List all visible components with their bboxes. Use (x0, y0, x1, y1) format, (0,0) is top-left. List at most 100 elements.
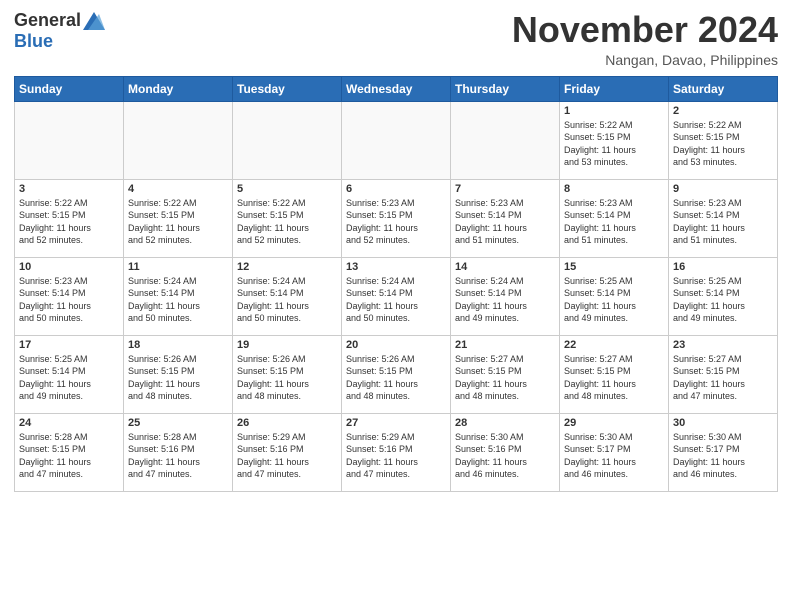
day-number: 27 (346, 417, 446, 429)
day-number: 13 (346, 261, 446, 273)
logo: General Blue (14, 10, 105, 52)
day-info: Sunrise: 5:26 AMSunset: 5:15 PMDaylight:… (237, 353, 337, 403)
calendar-week-row: 24 Sunrise: 5:28 AMSunset: 5:15 PMDayligh… (15, 413, 778, 491)
calendar-day-cell: 15 Sunrise: 5:25 AMSunset: 5:14 PMDayligh… (560, 257, 669, 335)
day-number: 30 (673, 417, 773, 429)
logo-blue-text: Blue (14, 31, 53, 52)
day-info: Sunrise: 5:26 AMSunset: 5:15 PMDaylight:… (346, 353, 446, 403)
day-info: Sunrise: 5:30 AMSunset: 5:17 PMDaylight:… (673, 431, 773, 481)
day-number: 7 (455, 183, 555, 195)
location: Nangan, Davao, Philippines (512, 52, 778, 68)
day-info: Sunrise: 5:27 AMSunset: 5:15 PMDaylight:… (673, 353, 773, 403)
day-number: 17 (19, 339, 119, 351)
day-info: Sunrise: 5:24 AMSunset: 5:14 PMDaylight:… (237, 275, 337, 325)
logo-general: General (14, 10, 81, 31)
calendar-day-cell: 12 Sunrise: 5:24 AMSunset: 5:14 PMDayligh… (233, 257, 342, 335)
day-info: Sunrise: 5:23 AMSunset: 5:14 PMDaylight:… (19, 275, 119, 325)
day-number: 15 (564, 261, 664, 273)
day-number: 12 (237, 261, 337, 273)
day-info: Sunrise: 5:30 AMSunset: 5:16 PMDaylight:… (455, 431, 555, 481)
calendar-day-cell: 8 Sunrise: 5:23 AMSunset: 5:14 PMDaylight… (560, 179, 669, 257)
day-info: Sunrise: 5:29 AMSunset: 5:16 PMDaylight:… (237, 431, 337, 481)
day-number: 8 (564, 183, 664, 195)
day-info: Sunrise: 5:24 AMSunset: 5:14 PMDaylight:… (455, 275, 555, 325)
calendar-day-cell (451, 101, 560, 179)
day-info: Sunrise: 5:28 AMSunset: 5:16 PMDaylight:… (128, 431, 228, 481)
day-number: 16 (673, 261, 773, 273)
day-number: 5 (237, 183, 337, 195)
calendar-day-cell: 26 Sunrise: 5:29 AMSunset: 5:16 PMDayligh… (233, 413, 342, 491)
day-number: 11 (128, 261, 228, 273)
day-info: Sunrise: 5:25 AMSunset: 5:14 PMDaylight:… (564, 275, 664, 325)
day-number: 9 (673, 183, 773, 195)
day-info: Sunrise: 5:28 AMSunset: 5:15 PMDaylight:… (19, 431, 119, 481)
calendar-day-cell: 19 Sunrise: 5:26 AMSunset: 5:15 PMDayligh… (233, 335, 342, 413)
month-title: November 2024 (512, 10, 778, 50)
calendar-day-cell: 5 Sunrise: 5:22 AMSunset: 5:15 PMDaylight… (233, 179, 342, 257)
logo-icon (83, 12, 105, 30)
day-number: 3 (19, 183, 119, 195)
day-info: Sunrise: 5:22 AMSunset: 5:15 PMDaylight:… (673, 119, 773, 169)
day-info: Sunrise: 5:25 AMSunset: 5:14 PMDaylight:… (673, 275, 773, 325)
day-number: 14 (455, 261, 555, 273)
weekday-header: Thursday (451, 76, 560, 101)
calendar-day-cell: 21Sunrise: 5:27 AMSunset: 5:15 PMDayligh… (451, 335, 560, 413)
day-number: 29 (564, 417, 664, 429)
day-info: Sunrise: 5:23 AMSunset: 5:14 PMDaylight:… (455, 197, 555, 247)
day-number: 19 (237, 339, 337, 351)
day-number: 23 (673, 339, 773, 351)
day-info: Sunrise: 5:24 AMSunset: 5:14 PMDaylight:… (346, 275, 446, 325)
calendar-day-cell: 24 Sunrise: 5:28 AMSunset: 5:15 PMDayligh… (15, 413, 124, 491)
calendar-day-cell: 25 Sunrise: 5:28 AMSunset: 5:16 PMDayligh… (124, 413, 233, 491)
calendar-day-cell: 6Sunrise: 5:23 AMSunset: 5:15 PMDaylight… (342, 179, 451, 257)
day-info: Sunrise: 5:24 AMSunset: 5:14 PMDaylight:… (128, 275, 228, 325)
day-number: 25 (128, 417, 228, 429)
day-info: Sunrise: 5:23 AMSunset: 5:15 PMDaylight:… (346, 197, 446, 247)
calendar-day-cell: 9 Sunrise: 5:23 AMSunset: 5:14 PMDaylight… (669, 179, 778, 257)
weekday-header-row: SundayMondayTuesdayWednesdayThursdayFrid… (15, 76, 778, 101)
calendar-day-cell: 23 Sunrise: 5:27 AMSunset: 5:15 PMDayligh… (669, 335, 778, 413)
day-number: 4 (128, 183, 228, 195)
weekday-header: Wednesday (342, 76, 451, 101)
day-number: 20 (346, 339, 446, 351)
calendar-day-cell: 11 Sunrise: 5:24 AMSunset: 5:14 PMDayligh… (124, 257, 233, 335)
day-number: 10 (19, 261, 119, 273)
day-info: Sunrise: 5:27 AMSunset: 5:15 PMDaylight:… (564, 353, 664, 403)
calendar-day-cell: 7 Sunrise: 5:23 AMSunset: 5:14 PMDaylight… (451, 179, 560, 257)
day-info: Sunrise: 5:22 AMSunset: 5:15 PMDaylight:… (564, 119, 664, 169)
calendar-day-cell: 10 Sunrise: 5:23 AMSunset: 5:14 PMDayligh… (15, 257, 124, 335)
calendar-day-cell: 1Sunrise: 5:22 AMSunset: 5:15 PMDaylight… (560, 101, 669, 179)
weekday-header: Friday (560, 76, 669, 101)
calendar-day-cell: 16 Sunrise: 5:25 AMSunset: 5:14 PMDayligh… (669, 257, 778, 335)
day-info: Sunrise: 5:30 AMSunset: 5:17 PMDaylight:… (564, 431, 664, 481)
calendar-day-cell: 2 Sunrise: 5:22 AMSunset: 5:15 PMDaylight… (669, 101, 778, 179)
calendar-week-row: 10 Sunrise: 5:23 AMSunset: 5:14 PMDayligh… (15, 257, 778, 335)
calendar-day-cell (342, 101, 451, 179)
calendar: SundayMondayTuesdayWednesdayThursdayFrid… (14, 76, 778, 492)
day-number: 2 (673, 105, 773, 117)
page: General Blue November 2024 Nangan, Davao… (0, 0, 792, 612)
logo-blue: Blue (14, 31, 53, 52)
day-info: Sunrise: 5:26 AMSunset: 5:15 PMDaylight:… (128, 353, 228, 403)
day-info: Sunrise: 5:23 AMSunset: 5:14 PMDaylight:… (564, 197, 664, 247)
day-info: Sunrise: 5:22 AMSunset: 5:15 PMDaylight:… (19, 197, 119, 247)
day-info: Sunrise: 5:22 AMSunset: 5:15 PMDaylight:… (128, 197, 228, 247)
header: General Blue November 2024 Nangan, Davao… (14, 10, 778, 68)
day-info: Sunrise: 5:25 AMSunset: 5:14 PMDaylight:… (19, 353, 119, 403)
calendar-day-cell (124, 101, 233, 179)
weekday-header: Sunday (15, 76, 124, 101)
calendar-week-row: 17 Sunrise: 5:25 AMSunset: 5:14 PMDayligh… (15, 335, 778, 413)
day-number: 26 (237, 417, 337, 429)
day-info: Sunrise: 5:22 AMSunset: 5:15 PMDaylight:… (237, 197, 337, 247)
calendar-day-cell: 30 Sunrise: 5:30 AMSunset: 5:17 PMDayligh… (669, 413, 778, 491)
calendar-week-row: 3 Sunrise: 5:22 AMSunset: 5:15 PMDaylight… (15, 179, 778, 257)
calendar-day-cell: 22Sunrise: 5:27 AMSunset: 5:15 PMDayligh… (560, 335, 669, 413)
day-number: 18 (128, 339, 228, 351)
calendar-day-cell (233, 101, 342, 179)
day-number: 24 (19, 417, 119, 429)
day-info: Sunrise: 5:23 AMSunset: 5:14 PMDaylight:… (673, 197, 773, 247)
day-number: 21 (455, 339, 555, 351)
calendar-day-cell: 3 Sunrise: 5:22 AMSunset: 5:15 PMDaylight… (15, 179, 124, 257)
logo-text: General (14, 10, 105, 31)
calendar-day-cell (15, 101, 124, 179)
